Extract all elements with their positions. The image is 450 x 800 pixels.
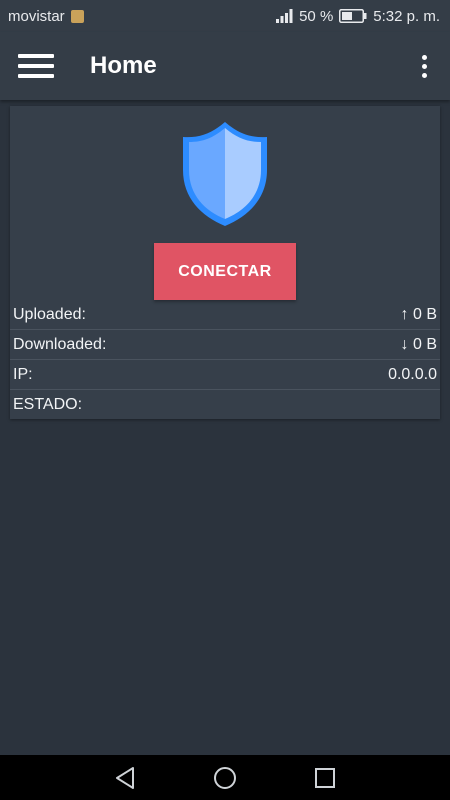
nav-back-icon[interactable]: [113, 766, 137, 790]
nav-home-icon[interactable]: [213, 766, 237, 790]
battery-icon: [339, 9, 367, 23]
connection-card: CONECTAR Uploaded: ↑ 0 B Downloaded: ↓ 0…: [10, 106, 440, 419]
uploaded-label: Uploaded:: [13, 305, 86, 323]
carrier-name: movistar: [8, 7, 65, 25]
uploaded-value: ↑ 0 B: [400, 305, 437, 323]
uploaded-row: Uploaded: ↑ 0 B: [10, 300, 440, 330]
status-left: movistar: [8, 8, 84, 25]
app-bar: Home: [0, 32, 450, 100]
system-nav-bar: [0, 755, 450, 800]
connect-button[interactable]: CONECTAR: [154, 243, 296, 300]
more-vert-icon: [421, 54, 427, 60]
sim-icon: [70, 9, 84, 23]
nav-recents-icon[interactable]: [314, 767, 336, 789]
shield-icon: [183, 122, 267, 226]
ip-row: IP: 0.0.0.0: [10, 360, 440, 390]
battery-percent: 50 %: [299, 7, 334, 25]
estado-row: ESTADO:: [10, 390, 440, 420]
more-options-button[interactable]: [398, 32, 450, 100]
ip-label: IP:: [13, 365, 33, 383]
signal-icon: [276, 9, 293, 23]
downloaded-value: ↓ 0 B: [400, 335, 437, 353]
clock: 5:32 p. m.: [373, 7, 440, 25]
downloaded-row: Downloaded: ↓ 0 B: [10, 330, 440, 360]
downloaded-label: Downloaded:: [13, 335, 107, 353]
page-title: Home: [90, 52, 157, 79]
menu-icon: [18, 54, 54, 78]
estado-label: ESTADO:: [13, 396, 83, 413]
status-right: 50 % 5:32 p. m.: [275, 8, 440, 25]
menu-button[interactable]: [0, 32, 72, 100]
status-bar: movistar 50 % 5:32 p. m.: [0, 0, 450, 32]
ip-value: 0.0.0.0: [388, 365, 437, 383]
